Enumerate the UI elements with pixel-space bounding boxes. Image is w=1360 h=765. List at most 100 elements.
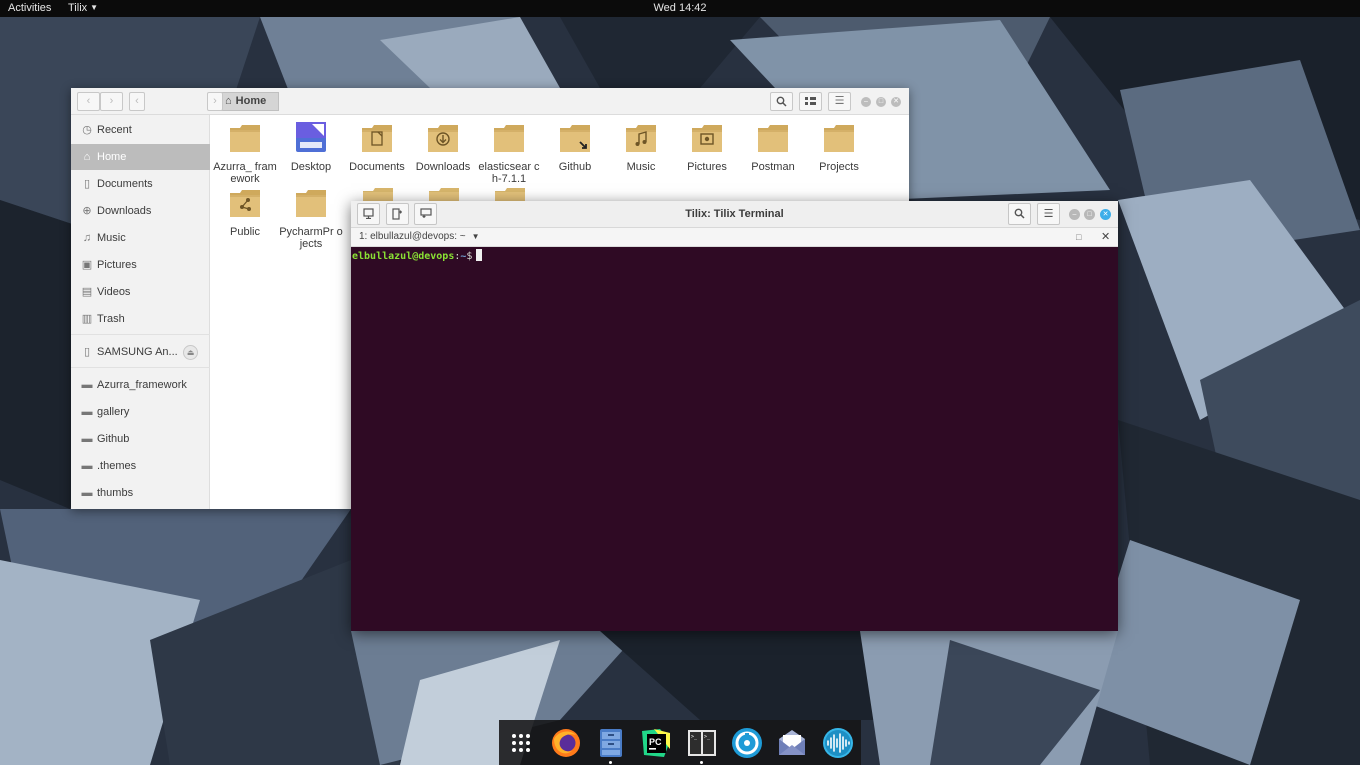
split-right-button[interactable]: [386, 203, 409, 225]
sidebar-item-trash[interactable]: ▥ Trash: [71, 306, 210, 332]
sidebar-item-label: Azurra_framework: [97, 379, 187, 391]
file-item-label: Github: [558, 161, 592, 173]
dock-item-app-grid[interactable]: [505, 727, 537, 759]
folder-icon: [758, 125, 788, 152]
session-close-button[interactable]: ✕: [1101, 228, 1110, 246]
svg-text:>_: >_: [691, 734, 698, 740]
file-item-label: Documents: [349, 161, 405, 173]
sidebar-item-device[interactable]: ▯ SAMSUNG An... ⏏: [71, 339, 210, 365]
firefox-icon: [552, 729, 580, 757]
view-options-button[interactable]: [799, 92, 822, 111]
mailspring-icon: [732, 728, 762, 758]
minimize-icon: –: [1072, 211, 1077, 218]
file-item[interactable]: Public: [212, 187, 278, 238]
sidebar-item-label: Recent: [97, 124, 132, 136]
file-item[interactable]: Projects: [806, 122, 872, 173]
sidebar-item-label: Videos: [97, 286, 131, 298]
file-item[interactable]: Desktop: [278, 122, 344, 173]
app-menu[interactable]: Tilix ▼: [68, 2, 98, 14]
maximize-button[interactable]: □: [876, 97, 886, 107]
back-button[interactable]: ‹: [77, 92, 100, 111]
dock-item-pycharm[interactable]: PC: [640, 727, 672, 759]
forward-button[interactable]: ›: [100, 92, 123, 111]
sidebar-item-documents[interactable]: ▯ Documents: [71, 171, 210, 197]
sidebar-item-bookmark[interactable]: ▬ .themes: [71, 453, 210, 479]
folder-icon: ▬: [81, 487, 93, 499]
chevron-right-icon: ›: [109, 95, 114, 107]
sidebar-item-home[interactable]: ⌂ Home: [71, 144, 210, 170]
terminal-menu-button[interactable]: ☰: [1037, 203, 1060, 225]
eject-button[interactable]: ⏏: [183, 345, 198, 360]
session-maximize-button[interactable]: □: [1076, 228, 1081, 246]
caret-down-icon: ▼: [471, 232, 480, 241]
clock[interactable]: Wed 14:42: [653, 2, 706, 14]
add-terminal-button[interactable]: [357, 203, 380, 225]
maximize-icon: □: [878, 98, 884, 105]
file-item[interactable]: Postman: [740, 122, 806, 173]
prompt-user: elbullazul@devops: [352, 251, 455, 262]
sidebar-item-bookmark[interactable]: ▬ thumbs: [71, 480, 210, 506]
file-item-label: Music: [626, 161, 656, 173]
minimize-button[interactable]: –: [861, 97, 871, 107]
audio-wave-icon: [823, 728, 853, 758]
terminal-close-button[interactable]: ✕: [1100, 209, 1111, 220]
terminal-maximize-button[interactable]: □: [1084, 209, 1095, 220]
path-scroll-left-button[interactable]: ‹: [129, 92, 145, 111]
session-switcher[interactable]: 1: elbullazul@devops: ~ ▼: [359, 228, 480, 246]
folder-icon: ▬: [81, 433, 93, 445]
file-item[interactable]: Documents: [344, 122, 410, 173]
path-scroll-right-button[interactable]: ›: [207, 92, 223, 111]
sidebar-item-label: Home: [97, 151, 127, 163]
path-home-button[interactable]: ⌂ Home: [218, 92, 279, 111]
eject-icon: ⏏: [186, 348, 195, 357]
minimize-icon: –: [864, 98, 868, 105]
dock-item-firefox[interactable]: [550, 727, 582, 759]
path-home-label: Home: [235, 95, 267, 107]
dock-item-mail[interactable]: [776, 727, 808, 759]
file-item[interactable]: Github: [542, 122, 608, 173]
terminal-titlebar[interactable]: Tilix: Tilix Terminal ☰ – □ ✕: [351, 201, 1118, 228]
sidebar-item-bookmark[interactable]: ▬ Azurra_framework: [71, 372, 210, 398]
svg-text:>_: >_: [704, 734, 711, 740]
terminal-search-button[interactable]: [1008, 203, 1031, 225]
file-item[interactable]: elasticsear ch-7.1.1: [476, 122, 542, 185]
sidebar-item-downloads[interactable]: ⊕ Downloads: [71, 198, 210, 224]
file-item-label: Downloads: [415, 161, 471, 173]
terminal-console[interactable]: elbullazul@devops:~$: [351, 247, 1118, 631]
sidebar-item-pictures[interactable]: ▣ Pictures: [71, 252, 210, 278]
sidebar-item-music[interactable]: ♫ Music: [71, 225, 210, 251]
dock-item-tilix[interactable]: >_ >_: [686, 727, 718, 764]
sidebar-item-bookmark[interactable]: ▬ gallery: [71, 399, 210, 425]
caret-down-icon: ▼: [90, 3, 99, 12]
file-item[interactable]: Music: [608, 122, 674, 173]
clock-container: Wed 14:42: [0, 2, 1360, 14]
sidebar-item-label: Documents: [97, 178, 153, 190]
dock-item-mailspring[interactable]: [731, 727, 763, 759]
menu-button[interactable]: ☰: [828, 92, 851, 111]
sidebar-item-recent[interactable]: ◷ Recent: [71, 117, 210, 143]
file-item-label: Desktop: [290, 161, 332, 173]
split-right-icon: [392, 208, 402, 220]
sidebar-item-videos[interactable]: ▤ Videos: [71, 279, 210, 305]
file-item[interactable]: Pictures: [674, 122, 740, 173]
clock-icon: ◷: [82, 124, 92, 136]
file-item[interactable]: Downloads: [410, 122, 476, 173]
sidebar-item-label: Music: [97, 232, 126, 244]
close-button[interactable]: ✕: [891, 97, 901, 107]
list-view-icon: [805, 97, 816, 105]
search-button[interactable]: [770, 92, 793, 111]
activities-button[interactable]: Activities: [8, 2, 51, 14]
folder-icon: ▬: [81, 379, 93, 391]
split-down-button[interactable]: [414, 203, 437, 225]
sidebar-item-label: Trash: [97, 313, 125, 325]
file-item-label: Projects: [819, 161, 859, 173]
file-item[interactable]: PycharmPr ojects: [278, 187, 344, 250]
sidebar-item-bookmark[interactable]: ▬ Github: [71, 426, 210, 452]
share-folder-icon: [230, 190, 260, 217]
dock-item-files[interactable]: [595, 727, 627, 764]
dock-item-audio[interactable]: [822, 727, 854, 759]
desktop-folder-icon: [296, 122, 326, 152]
files-sidebar: ◷ Recent ⌂ Home ▯ Documents ⊕ Downloads ♫ Mus…: [71, 115, 210, 509]
file-item[interactable]: Azurra_ framework: [212, 122, 278, 185]
terminal-minimize-button[interactable]: –: [1069, 209, 1080, 220]
